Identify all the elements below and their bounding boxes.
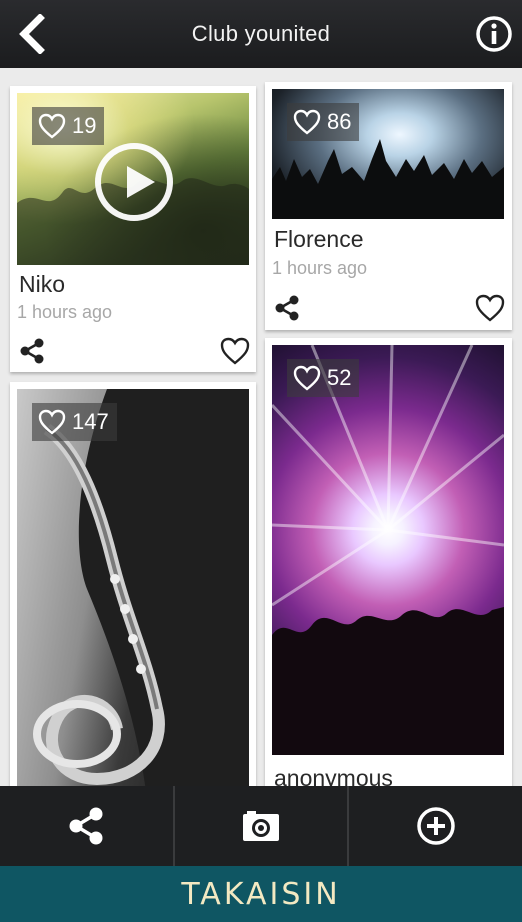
like-count-badge: 52 <box>287 359 360 397</box>
share-icon[interactable] <box>272 293 302 323</box>
post-photo[interactable]: 147 <box>17 389 249 786</box>
info-icon[interactable] <box>474 14 514 54</box>
photo-feed[interactable]: 19 Niko 1 hours ago 86 Florence 1 hours … <box>0 68 522 786</box>
post-author: Florence <box>274 226 364 252</box>
like-count-badge: 19 <box>32 107 105 145</box>
back-chevron-icon[interactable] <box>14 14 54 54</box>
page-title: Club younited <box>191 21 331 46</box>
bottom-action-bar <box>0 786 522 866</box>
post-photo[interactable]: 86 <box>272 89 504 219</box>
post-photo[interactable]: 52 <box>272 345 504 755</box>
like-count: 19 <box>72 113 97 138</box>
share-icon <box>69 807 103 845</box>
post-timestamp: 1 hours ago <box>272 258 368 278</box>
footer-label: TAKAISIN <box>181 876 341 912</box>
post-timestamp: 1 hours ago <box>17 302 113 322</box>
like-heart-icon[interactable] <box>219 336 251 366</box>
like-count-badge: 147 <box>32 403 117 441</box>
takaisin-back-bar[interactable]: TAKAISIN <box>0 866 522 922</box>
share-icon[interactable] <box>17 336 47 366</box>
post-card[interactable]: 86 Florence 1 hours ago <box>265 82 512 330</box>
post-card[interactable]: 52 anonymous <box>265 338 512 786</box>
add-circle-icon <box>416 807 455 845</box>
post-card[interactable]: 147 <box>10 382 256 786</box>
heart-outline-icon <box>293 365 321 391</box>
add-button[interactable] <box>349 786 522 866</box>
like-count: 147 <box>72 409 109 434</box>
like-heart-icon[interactable] <box>474 293 506 323</box>
heart-outline-icon <box>293 109 321 135</box>
like-count-badge: 86 <box>287 103 360 141</box>
stage-lights <box>272 345 504 755</box>
heart-outline-icon <box>38 409 66 435</box>
share-button[interactable] <box>0 786 175 866</box>
play-button[interactable] <box>95 143 173 221</box>
post-author: anonymous <box>274 765 393 786</box>
camera-icon <box>243 811 279 841</box>
saxophone-illustration <box>33 389 249 786</box>
post-video-thumbnail[interactable]: 19 <box>17 93 249 265</box>
like-count: 52 <box>327 365 352 390</box>
camera-button[interactable] <box>175 786 350 866</box>
heart-outline-icon <box>38 113 66 139</box>
post-author: Niko <box>19 271 66 297</box>
top-bar: Club younited <box>0 0 522 68</box>
post-card[interactable]: 19 Niko 1 hours ago <box>10 86 256 372</box>
like-count: 86 <box>327 109 352 134</box>
